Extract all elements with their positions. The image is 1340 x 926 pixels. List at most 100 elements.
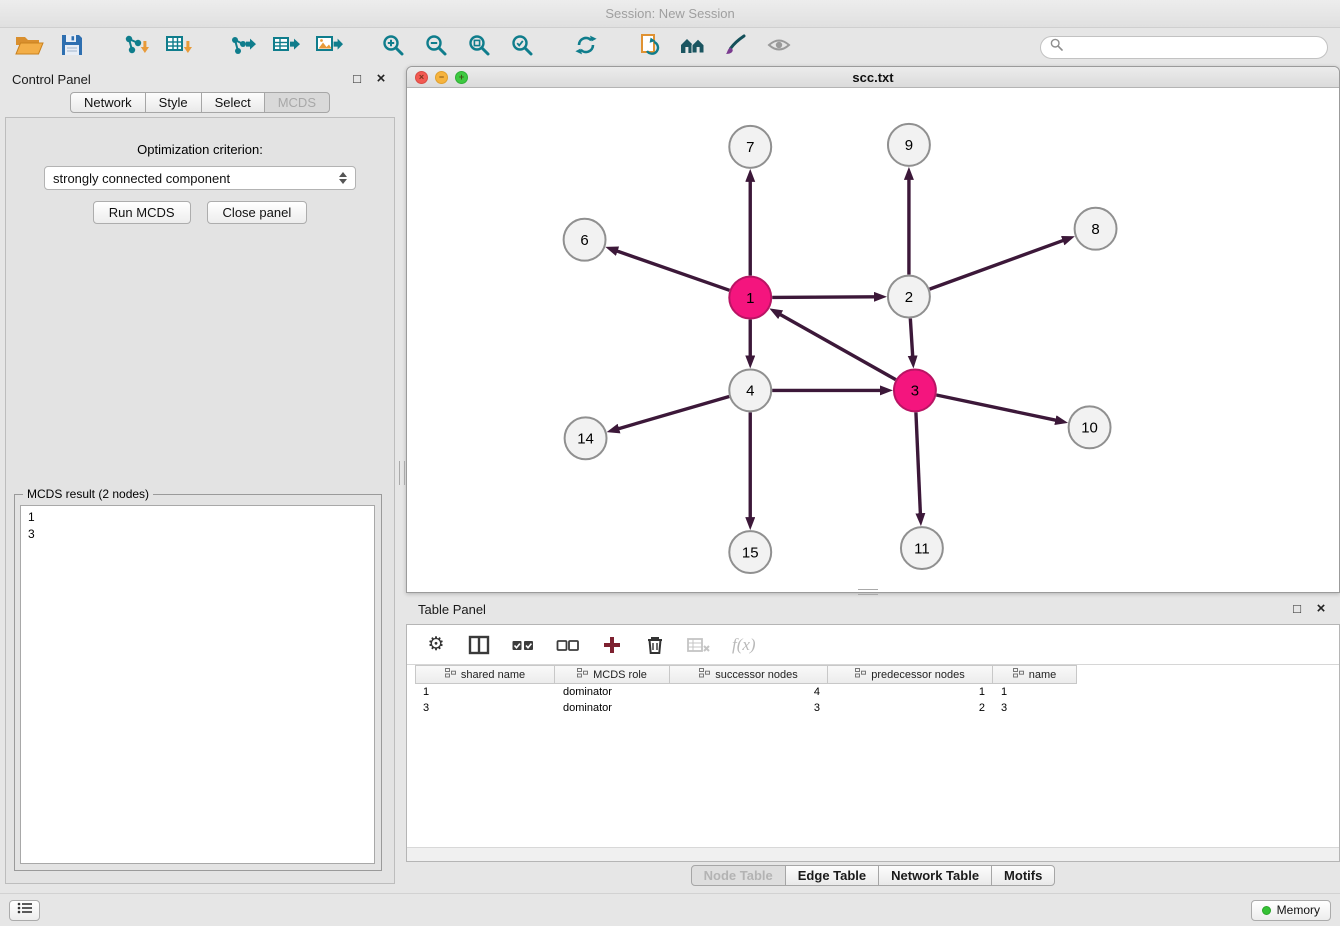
window-titlebar: Session: New Session xyxy=(0,0,1340,28)
node-table: shared name MCDS role successor nodes pr… xyxy=(415,665,1339,716)
edge-3-10[interactable] xyxy=(936,395,1056,420)
open-session-button[interactable] xyxy=(12,32,46,62)
network-graph[interactable]: 7968124314101511 xyxy=(407,88,1339,592)
save-session-button[interactable] xyxy=(55,32,89,62)
edge-3-11[interactable] xyxy=(916,412,920,514)
table-panel-title: Table Panel xyxy=(418,602,486,617)
graph-node-label-10: 10 xyxy=(1081,420,1098,437)
window-zoom-icon[interactable]: + xyxy=(455,71,468,84)
criterion-select[interactable]: strongly connected component xyxy=(44,166,356,190)
graph-node-label-6: 6 xyxy=(580,232,588,249)
sort-icon xyxy=(855,668,866,681)
tab-edge-table[interactable]: Edge Table xyxy=(785,865,879,886)
horizontal-splitter-handle[interactable] xyxy=(858,589,878,595)
zoom-fit-button[interactable] xyxy=(462,32,496,62)
cell-mcds-role: dominator xyxy=(555,702,670,714)
control-panel-title: Control Panel xyxy=(12,72,91,87)
close-table-panel-icon[interactable]: × xyxy=(1314,602,1328,616)
zoom-out-button[interactable] xyxy=(419,32,453,62)
table-row-1[interactable]: 1 dominator 4 1 1 xyxy=(415,684,1339,700)
sort-icon xyxy=(699,668,710,681)
tab-mcds[interactable]: MCDS xyxy=(264,92,330,113)
float-table-panel-icon[interactable]: □ xyxy=(1290,602,1304,616)
tab-motifs[interactable]: Motifs xyxy=(991,865,1055,886)
window-close-icon[interactable]: × xyxy=(415,71,428,84)
table-panel: Table Panel □ × ⚙ f(x) shared name MCDS … xyxy=(406,597,1340,889)
mcds-result-line: 3 xyxy=(28,526,367,543)
cell-mcds-role: dominator xyxy=(555,686,670,698)
run-mcds-button[interactable]: Run MCDS xyxy=(93,201,191,224)
optimization-criterion-label: Optimization criterion: xyxy=(6,142,394,157)
column-header-mcds-role[interactable]: MCDS role xyxy=(555,665,670,684)
cell-name: 3 xyxy=(993,702,1077,714)
select-all-icon[interactable] xyxy=(511,633,535,657)
cell-name: 1 xyxy=(993,686,1077,698)
graph-node-label-14: 14 xyxy=(577,431,594,448)
search-input[interactable] xyxy=(1068,40,1318,54)
graph-node-label-8: 8 xyxy=(1091,221,1099,238)
edge-2-8[interactable] xyxy=(930,240,1064,289)
task-history-button[interactable] xyxy=(9,900,40,921)
tab-network-table[interactable]: Network Table xyxy=(878,865,992,886)
mcds-result-line: 1 xyxy=(28,509,367,526)
close-panel-button[interactable]: Close panel xyxy=(207,201,308,224)
first-neighbors-button[interactable] xyxy=(676,32,710,62)
toolbar-search[interactable] xyxy=(1040,36,1328,59)
edge-3-1[interactable] xyxy=(780,314,896,379)
unselect-all-icon[interactable] xyxy=(556,633,580,657)
window-minimize-icon[interactable]: − xyxy=(435,71,448,84)
edge-1-2[interactable] xyxy=(772,297,875,298)
export-network-button[interactable] xyxy=(226,32,260,62)
apply-style-button[interactable] xyxy=(719,32,753,62)
show-hide-graphics-button[interactable] xyxy=(762,32,796,62)
select-stepper-icon xyxy=(339,172,347,184)
zoom-fit-icon xyxy=(467,33,491,62)
tab-style[interactable]: Style xyxy=(145,92,202,113)
delete-column-icon[interactable] xyxy=(644,633,666,657)
edge-2-3[interactable] xyxy=(910,319,912,357)
open-folder-icon xyxy=(14,33,44,62)
import-table-button[interactable] xyxy=(162,32,196,62)
houses-icon xyxy=(678,34,708,61)
column-header-predecessor-nodes[interactable]: predecessor nodes xyxy=(828,665,993,684)
column-header-name[interactable]: name xyxy=(993,665,1077,684)
sort-icon xyxy=(445,668,456,681)
table-horizontal-scrollbar[interactable] xyxy=(407,847,1339,861)
criterion-select-value: strongly connected component xyxy=(53,171,230,186)
table-panel-content: ⚙ f(x) shared name MCDS role successor n… xyxy=(406,624,1340,862)
import-network-button[interactable] xyxy=(119,32,153,62)
edge-4-14[interactable] xyxy=(618,396,729,428)
gear-icon[interactable]: ⚙ xyxy=(425,633,447,657)
close-panel-icon[interactable]: × xyxy=(374,72,388,86)
function-builder-icon: f(x) xyxy=(732,633,756,657)
tab-select[interactable]: Select xyxy=(201,92,265,113)
edge-1-6[interactable] xyxy=(617,251,730,290)
show-columns-icon[interactable] xyxy=(468,633,490,657)
cell-successor-nodes: 4 xyxy=(670,686,828,698)
network-canvas[interactable]: 7968124314101511 xyxy=(407,88,1339,592)
memory-button[interactable]: Memory xyxy=(1251,900,1331,921)
float-panel-icon[interactable]: □ xyxy=(350,72,364,86)
tab-network[interactable]: Network xyxy=(70,92,146,113)
add-column-icon[interactable] xyxy=(601,633,623,657)
table-panel-tabs: Node Table Edge Table Network Table Moti… xyxy=(406,865,1340,886)
tab-node-table[interactable]: Node Table xyxy=(691,865,786,886)
network-view-frame: × − + scc.txt 7968124314101511 xyxy=(406,66,1340,593)
zoom-in-button[interactable] xyxy=(376,32,410,62)
graph-node-label-15: 15 xyxy=(742,544,759,561)
export-image-button[interactable] xyxy=(312,32,346,62)
clone-network-icon xyxy=(638,33,662,62)
import-table-icon xyxy=(165,33,193,62)
traffic-lights: × − + xyxy=(415,71,468,84)
column-header-successor-nodes[interactable]: successor nodes xyxy=(670,665,828,684)
graph-node-label-9: 9 xyxy=(905,137,913,154)
column-header-shared-name[interactable]: shared name xyxy=(415,665,555,684)
refresh-view-button[interactable] xyxy=(569,32,603,62)
mcds-result-group: MCDS result (2 nodes) 1 3 xyxy=(14,494,382,871)
network-window-titlebar[interactable]: × − + scc.txt xyxy=(407,67,1339,88)
vertical-splitter-handle[interactable] xyxy=(399,461,405,485)
export-table-button[interactable] xyxy=(269,32,303,62)
clone-network-button[interactable] xyxy=(633,32,667,62)
table-row-2[interactable]: 3 dominator 3 2 3 xyxy=(415,700,1339,716)
zoom-selected-button[interactable] xyxy=(505,32,539,62)
